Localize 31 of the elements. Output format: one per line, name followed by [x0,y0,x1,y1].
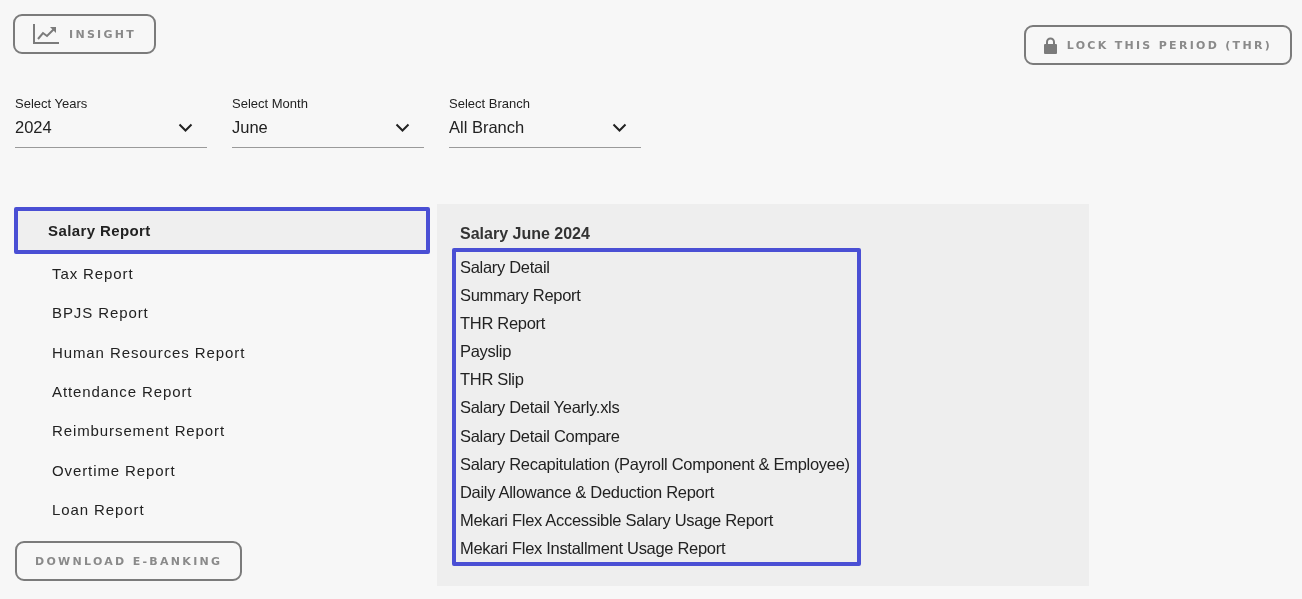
report-link[interactable]: Salary Detail Compare [460,421,620,450]
select-field[interactable]: 2024 [15,115,207,148]
report-link[interactable]: Mekari Flex Installment Usage Report [460,533,726,563]
report-link[interactable]: Salary Detail [460,253,550,282]
panel-title: Salary June 2024 [460,225,591,244]
chevron-down-icon [612,122,627,132]
sidebar-item[interactable]: Overtime Report [14,450,430,490]
sidebar-item[interactable]: Reimbursement Report [14,411,430,451]
report-link[interactable]: Salary Detail Yearly.xls [460,393,620,422]
report-link[interactable]: Salary Recapitulation (Payroll Component & Employee) [460,449,850,478]
sidebar-item[interactable]: Salary Report [14,207,430,254]
sidebar-item[interactable]: Human Resources Report [14,332,430,372]
sidebar-item[interactable]: Tax Report [14,254,430,294]
field-label: Select Years [15,96,89,111]
chevron-down-icon [395,122,410,132]
sidebar-item[interactable]: Loan Report [14,489,430,530]
field-label: Select Month [232,96,309,111]
chart-trend-icon [33,24,59,44]
report-link[interactable]: Payslip [460,337,512,366]
sidebar-item[interactable]: Attendance Report [14,371,430,412]
report-link[interactable]: THR Report [460,309,546,338]
chevron-down-icon [178,122,193,132]
report-link[interactable]: THR Slip [460,365,524,394]
select-field[interactable]: June [232,115,424,148]
lock-icon [1043,36,1057,54]
field-label: Select Branch [449,96,531,111]
sidebar-item[interactable]: BPJS Report [14,293,430,333]
report-link[interactable]: Summary Report [460,281,581,310]
report-link[interactable]: Daily Allowance & Deduction Report [460,477,714,506]
select-field[interactable]: All Branch [449,115,641,148]
report-link[interactable]: Mekari Flex Accessible Salary Usage Report [460,505,773,534]
